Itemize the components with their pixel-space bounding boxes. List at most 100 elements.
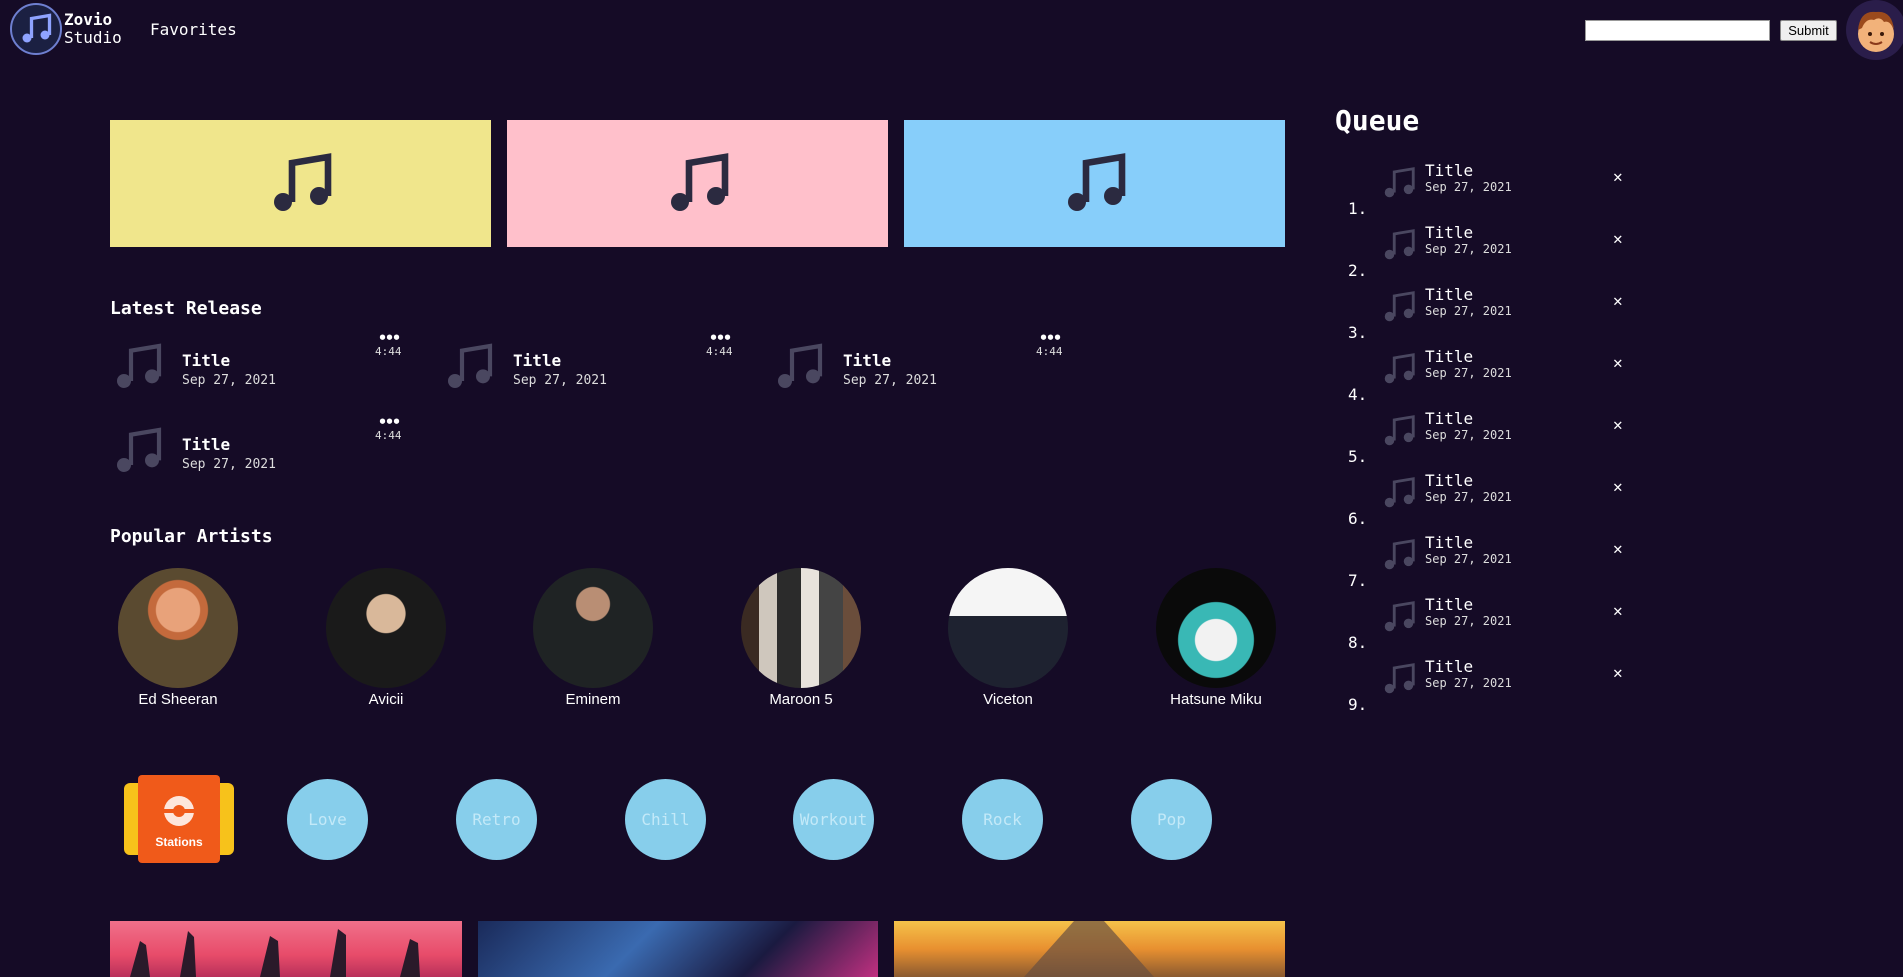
queue-item-date: Sep 27, 2021 [1425, 614, 1512, 628]
genre-pop[interactable]: Pop [1131, 779, 1212, 860]
queue-item-date: Sep 27, 2021 [1425, 304, 1512, 318]
music-note-icon [1384, 601, 1415, 632]
queue-item-title: Title [1425, 223, 1474, 242]
music-note-icon [117, 427, 162, 472]
queue-item[interactable]: 5. Title Sep 27, 2021 ✕ [1335, 409, 1635, 471]
artist-name: Avicii [368, 691, 404, 708]
music-note-icon [1384, 663, 1415, 694]
queue-item-date: Sep 27, 2021 [1425, 490, 1512, 504]
featured-card-2[interactable] [507, 120, 888, 247]
remove-icon[interactable]: ✕ [1613, 601, 1623, 620]
artist-photo [118, 568, 238, 688]
release-duration: 4:44 [375, 429, 402, 442]
queue-item[interactable]: 7. Title Sep 27, 2021 ✕ [1335, 533, 1635, 595]
queue-item-title: Title [1425, 595, 1474, 614]
artist-name: Hatsune Miku [1170, 691, 1262, 708]
queue-item[interactable]: 4. Title Sep 27, 2021 ✕ [1335, 347, 1635, 409]
artist-card[interactable]: Viceton [933, 568, 1083, 708]
remove-icon[interactable]: ✕ [1613, 229, 1623, 248]
remove-icon[interactable]: ✕ [1613, 167, 1623, 186]
remove-icon[interactable]: ✕ [1613, 477, 1623, 496]
queue-item-title: Title [1425, 409, 1474, 428]
release-title: Title [182, 351, 231, 370]
artist-name: Maroon 5 [769, 691, 833, 708]
queue-number: 3. [1348, 323, 1368, 342]
music-note-icon [448, 343, 493, 388]
artist-photo [1156, 568, 1276, 688]
playlist-image-road[interactable] [894, 921, 1285, 977]
artist-card[interactable]: Maroon 5 [726, 568, 876, 708]
queue-item[interactable]: 2. Title Sep 27, 2021 ✕ [1335, 223, 1635, 285]
queue-item-title: Title [1425, 471, 1474, 490]
music-note-icon [1384, 539, 1415, 570]
queue-item-title: Title [1425, 533, 1474, 552]
release-title: Title [182, 435, 231, 454]
remove-icon[interactable]: ✕ [1613, 353, 1623, 372]
queue-number: 6. [1348, 509, 1368, 528]
release-item[interactable]: Title Sep 27, 2021 ••• 4:44 [110, 329, 410, 401]
popular-artists-title: Popular Artists [110, 526, 273, 547]
music-note-icon [778, 343, 823, 388]
stations-badge[interactable]: Stations [124, 775, 234, 863]
genre-love[interactable]: Love [287, 779, 368, 860]
queue-item[interactable]: 6. Title Sep 27, 2021 ✕ [1335, 471, 1635, 533]
genre-retro[interactable]: Retro [456, 779, 537, 860]
logo-icon[interactable] [10, 3, 62, 55]
search-input[interactable] [1585, 20, 1770, 41]
stations-label: Stations [155, 835, 203, 849]
genre-chill[interactable]: Chill [625, 779, 706, 860]
queue-item[interactable]: 8. Title Sep 27, 2021 ✕ [1335, 595, 1635, 657]
release-duration: 4:44 [375, 345, 402, 358]
artist-photo [326, 568, 446, 688]
brand-name: Zovio Studio [64, 11, 122, 47]
nav-favorites-link[interactable]: Favorites [150, 20, 237, 39]
playlist-image-mixer[interactable] [478, 921, 878, 977]
music-note-icon [1067, 152, 1125, 211]
queue-item-title: Title [1425, 657, 1474, 676]
queue-item-title: Title [1425, 285, 1474, 304]
music-note-icon [1384, 167, 1415, 198]
queue-number: 1. [1348, 199, 1368, 218]
release-date: Sep 27, 2021 [513, 373, 607, 388]
remove-icon[interactable]: ✕ [1613, 539, 1623, 558]
submit-button[interactable]: Submit [1780, 20, 1837, 41]
queue-item-title: Title [1425, 347, 1474, 366]
release-duration: 4:44 [706, 345, 733, 358]
artist-photo [741, 568, 861, 688]
release-date: Sep 27, 2021 [182, 373, 276, 388]
release-title: Title [843, 351, 892, 370]
queue-item-date: Sep 27, 2021 [1425, 242, 1512, 256]
music-note-icon [1384, 415, 1415, 446]
queue-item-date: Sep 27, 2021 [1425, 552, 1512, 566]
avatar[interactable] [1846, 0, 1903, 60]
queue-item-date: Sep 27, 2021 [1425, 180, 1512, 194]
queue-item[interactable]: 9. Title Sep 27, 2021 ✕ [1335, 657, 1635, 719]
genre-workout[interactable]: Workout [793, 779, 874, 860]
queue-number: 2. [1348, 261, 1368, 280]
queue-number: 9. [1348, 695, 1368, 714]
release-item[interactable]: Title Sep 27, 2021 ••• 4:44 [771, 329, 1071, 401]
queue-item[interactable]: 1. Title Sep 27, 2021 ✕ [1335, 161, 1635, 223]
genre-rock[interactable]: Rock [962, 779, 1043, 860]
queue-item-date: Sep 27, 2021 [1425, 676, 1512, 690]
release-item[interactable]: Title Sep 27, 2021 ••• 4:44 [110, 413, 410, 485]
artist-card[interactable]: Eminem [518, 568, 668, 708]
artist-card[interactable]: Avicii [311, 568, 461, 708]
remove-icon[interactable]: ✕ [1613, 415, 1623, 434]
release-date: Sep 27, 2021 [843, 373, 937, 388]
remove-icon[interactable]: ✕ [1613, 291, 1623, 310]
music-note-icon [670, 152, 728, 211]
queue-number: 7. [1348, 571, 1368, 590]
brand-line-2: Studio [64, 28, 122, 47]
release-item[interactable]: Title Sep 27, 2021 ••• 4:44 [441, 329, 741, 401]
artist-card[interactable]: Ed Sheeran [103, 568, 253, 708]
artist-name: Ed Sheeran [138, 691, 218, 708]
queue-item[interactable]: 3. Title Sep 27, 2021 ✕ [1335, 285, 1635, 347]
featured-card-1[interactable] [110, 120, 491, 247]
remove-icon[interactable]: ✕ [1613, 663, 1623, 682]
music-note-icon [273, 152, 331, 211]
featured-card-3[interactable] [904, 120, 1285, 247]
queue-item-title: Title [1425, 161, 1474, 180]
artist-card[interactable]: Hatsune Miku [1141, 568, 1291, 708]
playlist-image-concert[interactable] [110, 921, 462, 977]
